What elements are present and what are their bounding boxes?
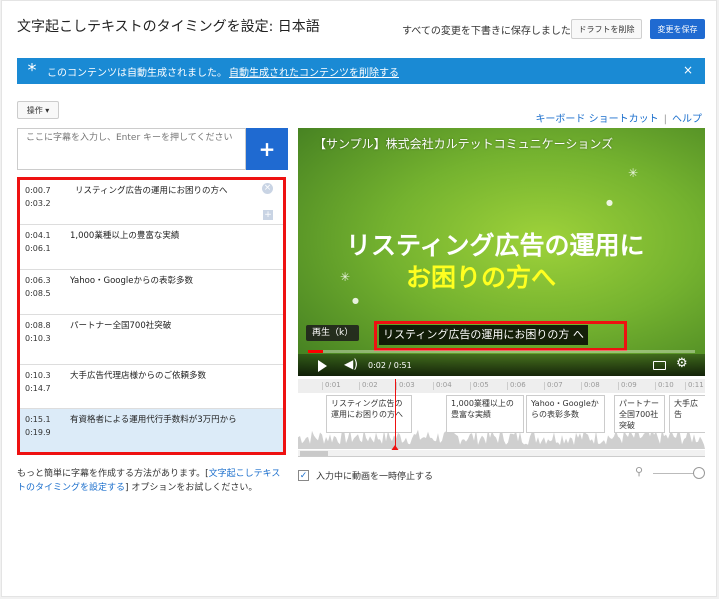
timeline-tick: 0:04 bbox=[433, 381, 452, 390]
caption-end-time[interactable]: 0:14.7 bbox=[25, 384, 51, 393]
close-icon[interactable]: × bbox=[683, 63, 693, 77]
caption-row[interactable]: 0:04.1 0:06.1 1,000業種以上の豊富な実績 bbox=[20, 225, 283, 270]
keyboard-shortcuts-link[interactable]: キーボード ショートカット bbox=[535, 114, 658, 125]
help-suffix: ] オプションをお試しください。 bbox=[125, 482, 258, 493]
caption-text[interactable]: Yahoo・Googleからの表彰多数 bbox=[70, 276, 250, 288]
sparkle-decoration: ✳ bbox=[628, 166, 639, 180]
zoom-slider-handle[interactable] bbox=[693, 467, 705, 479]
sparkle-decoration: ● bbox=[352, 296, 359, 305]
caption-end-time[interactable]: 0:06.1 bbox=[25, 244, 51, 253]
delete-caption-icon[interactable]: × bbox=[262, 183, 273, 194]
timeline-cue[interactable]: 1,000業種以上の豊富な実績 bbox=[446, 395, 524, 433]
timeline-tick: 0:01 bbox=[322, 381, 341, 390]
caption-input[interactable] bbox=[17, 128, 246, 170]
caption-start-time[interactable]: 0:06.3 bbox=[25, 276, 51, 285]
caption-text[interactable]: 有資格者による運用代行手数料が3万円から bbox=[70, 415, 245, 427]
gear-icon[interactable]: ⚙ bbox=[676, 356, 688, 371]
help-link[interactable]: ヘルプ bbox=[672, 114, 702, 125]
pause-checkbox[interactable]: ✓ bbox=[298, 470, 309, 481]
add-caption-button[interactable]: + bbox=[246, 128, 288, 170]
play-icon[interactable] bbox=[318, 360, 327, 372]
caption-list: 0:00.7 0:03.2 リスティング広告の運用にお困りの方へ × + 0:0… bbox=[17, 177, 286, 455]
help-links: キーボード ショートカット | ヘルプ bbox=[535, 110, 702, 125]
video-time: 0:02 / 0:51 bbox=[368, 361, 412, 370]
timeline-zoom[interactable]: ⚲ bbox=[635, 465, 707, 481]
pause-while-typing-option[interactable]: ✓ 入力中に動画を一時停止する bbox=[298, 469, 433, 482]
timeline-tick: 0:02 bbox=[359, 381, 378, 390]
caption-highlight-box bbox=[374, 321, 627, 351]
caption-end-time[interactable]: 0:10.3 bbox=[25, 334, 51, 343]
video-headline-2: お困りの方へ bbox=[406, 263, 557, 292]
help-prefix: もっと簡単に字幕を作成する方法があります。[ bbox=[17, 469, 209, 479]
caption-start-time[interactable]: 0:04.1 bbox=[25, 231, 51, 240]
caption-row[interactable]: 0:00.7 0:03.2 リスティング広告の運用にお困りの方へ × + bbox=[20, 180, 283, 225]
video-controls bbox=[298, 354, 705, 376]
actions-dropdown[interactable]: 操作 ▾ bbox=[17, 101, 59, 119]
caption-end-time[interactable]: 0:19.9 bbox=[25, 428, 51, 437]
auto-generated-banner: * このコンテンツは自動生成されました。 自動生成されたコンテンツを削除する × bbox=[17, 58, 705, 84]
caption-start-time[interactable]: 0:00.7 bbox=[25, 186, 51, 195]
caption-end-time[interactable]: 0:08.5 bbox=[25, 289, 51, 298]
delete-draft-button[interactable]: ドラフトを削除 bbox=[571, 19, 642, 39]
alternative-method-text: もっと簡単に字幕を作成する方法があります。[文字起こしテキストのタイミングを設定… bbox=[17, 468, 285, 496]
caption-start-time[interactable]: 0:15.1 bbox=[25, 415, 51, 424]
caption-text[interactable]: 1,000業種以上の豊富な実績 bbox=[70, 231, 250, 243]
caption-row[interactable]: 0:08.8 0:10.3 パートナー全国700社突破 bbox=[20, 315, 283, 365]
timeline-tick: 0:07 bbox=[544, 381, 563, 390]
delete-auto-content-link[interactable]: 自動生成されたコンテンツを削除する bbox=[229, 68, 399, 79]
timeline-cue[interactable]: Yahoo・Googleからの表彰多数 bbox=[526, 395, 605, 433]
volume-icon[interactable]: ◀) bbox=[344, 357, 358, 371]
timeline-ruler: 0:01 0:02 0:03 0:04 0:05 0:06 0:07 0:08 … bbox=[298, 379, 705, 393]
caption-row[interactable]: 0:06.3 0:08.5 Yahoo・Googleからの表彰多数 bbox=[20, 270, 283, 315]
timeline-tick: 0:06 bbox=[507, 381, 526, 390]
caption-timeline[interactable]: 0:01 0:02 0:03 0:04 0:05 0:06 0:07 0:08 … bbox=[298, 379, 705, 457]
sparkle-decoration: ● bbox=[606, 198, 613, 207]
pause-label: 入力中に動画を一時停止する bbox=[316, 472, 434, 482]
link-separator: | bbox=[663, 114, 667, 125]
zoom-magnifier-icon: ⚲ bbox=[635, 465, 644, 478]
star-icon: * bbox=[27, 60, 37, 81]
timeline-tick: 0:03 bbox=[396, 381, 415, 390]
timeline-tick: 0:08 bbox=[581, 381, 600, 390]
timeline-cue[interactable]: リスティング広告の運用にお困りの方へ bbox=[326, 395, 412, 433]
caption-editor-page: 文字起こしテキストのタイミングを設定: 日本語 すべての変更を下書きに保存しまし… bbox=[1, 0, 717, 597]
caption-start-time[interactable]: 0:08.8 bbox=[25, 321, 51, 330]
page-title: 文字起こしテキストのタイミングを設定: 日本語 bbox=[17, 19, 320, 35]
sparkle-decoration: ✳ bbox=[340, 270, 351, 284]
caption-row-selected[interactable]: 0:15.1 0:19.9 有資格者による運用代行手数料が3万円から bbox=[20, 409, 283, 452]
timeline-tick: 0:11 bbox=[685, 381, 704, 390]
video-progress-fill bbox=[308, 350, 324, 353]
video-title: 【サンプル】株式会社カルテットコミュニケーションズ bbox=[314, 137, 614, 151]
video-progress-bar[interactable] bbox=[308, 350, 695, 353]
banner-message: このコンテンツは自動生成されました。 自動生成されたコンテンツを削除する bbox=[47, 64, 399, 79]
play-tooltip: 再生（k） bbox=[306, 325, 360, 341]
insert-caption-icon[interactable]: + bbox=[263, 210, 273, 220]
save-changes-button[interactable]: 変更を保存 bbox=[650, 19, 705, 39]
caption-start-time[interactable]: 0:10.3 bbox=[25, 371, 51, 380]
caption-text[interactable]: リスティング広告の運用にお困りの方へ bbox=[75, 186, 255, 198]
captions-icon[interactable] bbox=[653, 361, 666, 370]
video-headline-1: リスティング広告の運用に bbox=[346, 231, 645, 260]
timeline-cue[interactable]: パートナー全国700社突破 bbox=[614, 395, 665, 433]
caption-text[interactable]: パートナー全国700社突破 bbox=[70, 321, 250, 333]
save-status: すべての変更を下書きに保存しました bbox=[402, 26, 571, 37]
timeline-tick: 0:10 bbox=[655, 381, 674, 390]
timeline-cue[interactable]: 大手広告 bbox=[669, 395, 705, 433]
caption-end-time[interactable]: 0:03.2 bbox=[25, 199, 51, 208]
video-player[interactable]: ✳ ● ✳ ● 【サンプル】株式会社カルテットコミュニケーションズ リスティング… bbox=[298, 128, 705, 376]
timeline-scrollbar[interactable] bbox=[298, 450, 705, 456]
scrollbar-thumb[interactable] bbox=[300, 451, 328, 456]
timeline-tick: 0:05 bbox=[470, 381, 489, 390]
timeline-playhead[interactable] bbox=[395, 379, 396, 451]
caption-text[interactable]: 大手広告代理店様からのご依頼多数 bbox=[70, 371, 250, 383]
banner-text: このコンテンツは自動生成されました。 bbox=[47, 67, 227, 79]
timeline-tick: 0:09 bbox=[618, 381, 637, 390]
caption-row[interactable]: 0:10.3 0:14.7 大手広告代理店様からのご依頼多数 bbox=[20, 365, 283, 409]
